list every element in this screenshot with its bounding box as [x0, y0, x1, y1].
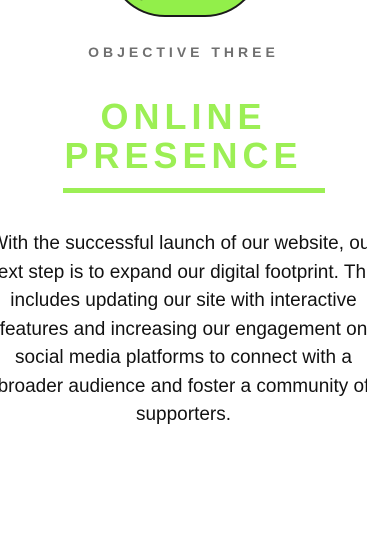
objective-badge — [108, 0, 262, 17]
objective-eyebrow: OBJECTIVE THREE — [88, 44, 279, 60]
objective-title-line-2: PRESENCE — [64, 135, 303, 176]
title-underline — [63, 188, 325, 193]
objective-body-text: With the successful launch of our websit… — [0, 233, 367, 425]
objective-title-line-1: ONLINE — [100, 96, 267, 137]
objective-title: ONLINE PRESENCE — [0, 97, 367, 175]
